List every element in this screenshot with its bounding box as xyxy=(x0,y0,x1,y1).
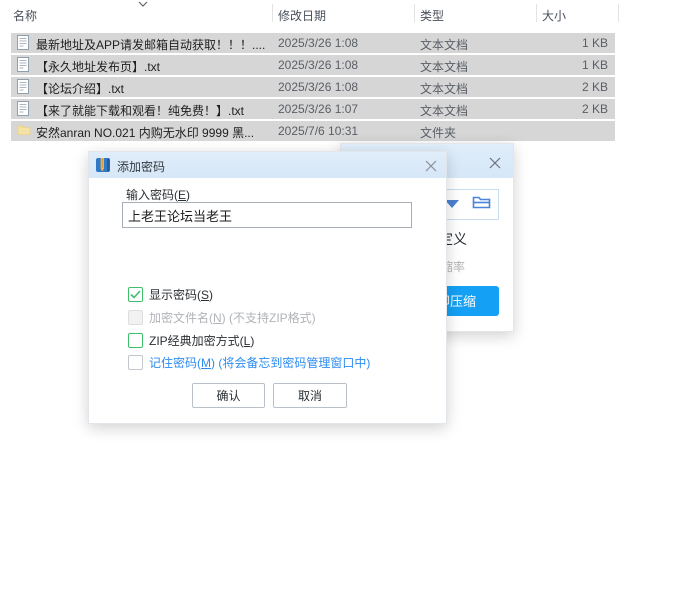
file-row[interactable]: 【论坛介绍】.txt 2025/3/26 1:08 文本文档 2 KB xyxy=(11,77,615,97)
column-separator xyxy=(618,4,619,22)
file-row[interactable]: 【来了就能下载和观看！纯免费！】.txt 2025/3/26 1:07 文本文档… xyxy=(11,99,615,119)
password-input-label: 输入密码(E) xyxy=(126,186,190,203)
checkbox-show-password[interactable]: 显示密码(S) xyxy=(128,286,213,302)
file-date: 2025/3/26 1:08 xyxy=(278,36,359,50)
file-date: 2025/7/6 10:31 xyxy=(278,124,359,138)
file-row[interactable]: 最新地址及APP请发邮箱自动获取！！！.... 2025/3/26 1:08 文… xyxy=(11,33,615,53)
column-header-date[interactable]: 修改日期 xyxy=(278,7,326,24)
file-date: 2025/3/26 1:08 xyxy=(278,58,359,72)
screen: 名称 修改日期 类型 大小 最新地址及APP请发邮箱自动获取！！！.... 20… xyxy=(0,0,688,613)
column-header-type[interactable]: 类型 xyxy=(420,7,444,24)
file-row[interactable]: 安然anran NO.021 内购无水印 9999 黑... 2025/7/6 … xyxy=(11,121,615,141)
file-date: 2025/3/26 1:08 xyxy=(278,80,359,94)
add-password-dialog: 添加密码 输入密码(E) 显示密码(S) 加密文件名(N) (不支持ZIP格式)… xyxy=(88,151,447,424)
file-name: 最新地址及APP请发邮箱自动获取！！！.... xyxy=(36,38,266,52)
sort-chevron-icon[interactable] xyxy=(138,1,148,7)
column-separator xyxy=(414,4,415,22)
file-name: 【来了就能下载和观看！纯免费！】.txt xyxy=(36,104,245,118)
checkbox-encrypt-filenames: 加密文件名(N) (不支持ZIP格式) xyxy=(128,309,316,325)
file-name: 【论坛介绍】.txt xyxy=(36,82,125,96)
file-size: 2 KB xyxy=(581,102,608,116)
column-separator xyxy=(272,4,273,22)
label-text: ) xyxy=(186,188,191,202)
file-size: 1 KB xyxy=(581,58,608,72)
checkbox-remember-password[interactable]: 记住密码(M) (将会备忘到密码管理窗口中) xyxy=(128,354,370,370)
checkbox-zip-classic-encryption[interactable]: ZIP经典加密方式(L) xyxy=(128,332,254,348)
checkbox-unchecked-icon[interactable] xyxy=(128,332,143,348)
folder-icon xyxy=(17,123,31,139)
file-name: 【永久地址发布页】.txt xyxy=(36,60,161,74)
file-row[interactable]: 【永久地址发布页】.txt 2025/3/26 1:08 文本文档 1 KB xyxy=(11,55,615,75)
dialog-title: 添加密码 xyxy=(117,160,166,174)
file-type: 文件夹 xyxy=(420,126,457,140)
column-header-size[interactable]: 大小 xyxy=(542,7,566,24)
text-document-icon xyxy=(17,79,31,95)
close-icon[interactable] xyxy=(487,155,503,171)
chevron-down-icon[interactable] xyxy=(445,200,459,208)
text-document-icon xyxy=(17,57,31,73)
column-header-name[interactable]: 名称 xyxy=(13,7,37,24)
file-date: 2025/3/26 1:07 xyxy=(278,102,359,116)
checkbox-label: 加密文件名(N) (不支持ZIP格式) xyxy=(149,310,316,325)
cancel-button[interactable]: 取消 xyxy=(273,383,347,408)
text-document-icon xyxy=(17,101,31,117)
archive-zip-icon xyxy=(95,157,111,173)
file-type: 文本文档 xyxy=(420,104,469,118)
file-type: 文本文档 xyxy=(420,38,469,52)
password-input[interactable] xyxy=(122,202,412,228)
access-key: E xyxy=(178,188,187,202)
browse-folder-icon[interactable] xyxy=(472,194,491,210)
checkbox-label[interactable]: ZIP经典加密方式(L) xyxy=(149,332,254,349)
file-type: 文本文档 xyxy=(420,60,469,74)
file-list-header: 名称 修改日期 类型 大小 xyxy=(0,0,688,26)
file-size: 2 KB xyxy=(581,80,608,94)
checkbox-disabled-icon xyxy=(128,309,143,325)
file-size: 1 KB xyxy=(581,36,608,50)
label-text: 输入密码( xyxy=(126,188,178,202)
file-type: 文本文档 xyxy=(420,82,469,96)
file-name: 安然anran NO.021 内购无水印 9999 黑... xyxy=(36,126,255,140)
checkbox-label[interactable]: 记住密码(M) (将会备忘到密码管理窗口中) xyxy=(149,354,370,371)
confirm-button[interactable]: 确认 xyxy=(192,383,265,408)
checkbox-label[interactable]: 显示密码(S) xyxy=(149,286,213,303)
checkbox-checked-icon[interactable] xyxy=(128,286,143,302)
column-separator xyxy=(536,4,537,22)
text-document-icon xyxy=(17,35,31,51)
checkbox-unchecked-icon[interactable] xyxy=(128,354,143,370)
close-icon[interactable] xyxy=(423,159,438,173)
